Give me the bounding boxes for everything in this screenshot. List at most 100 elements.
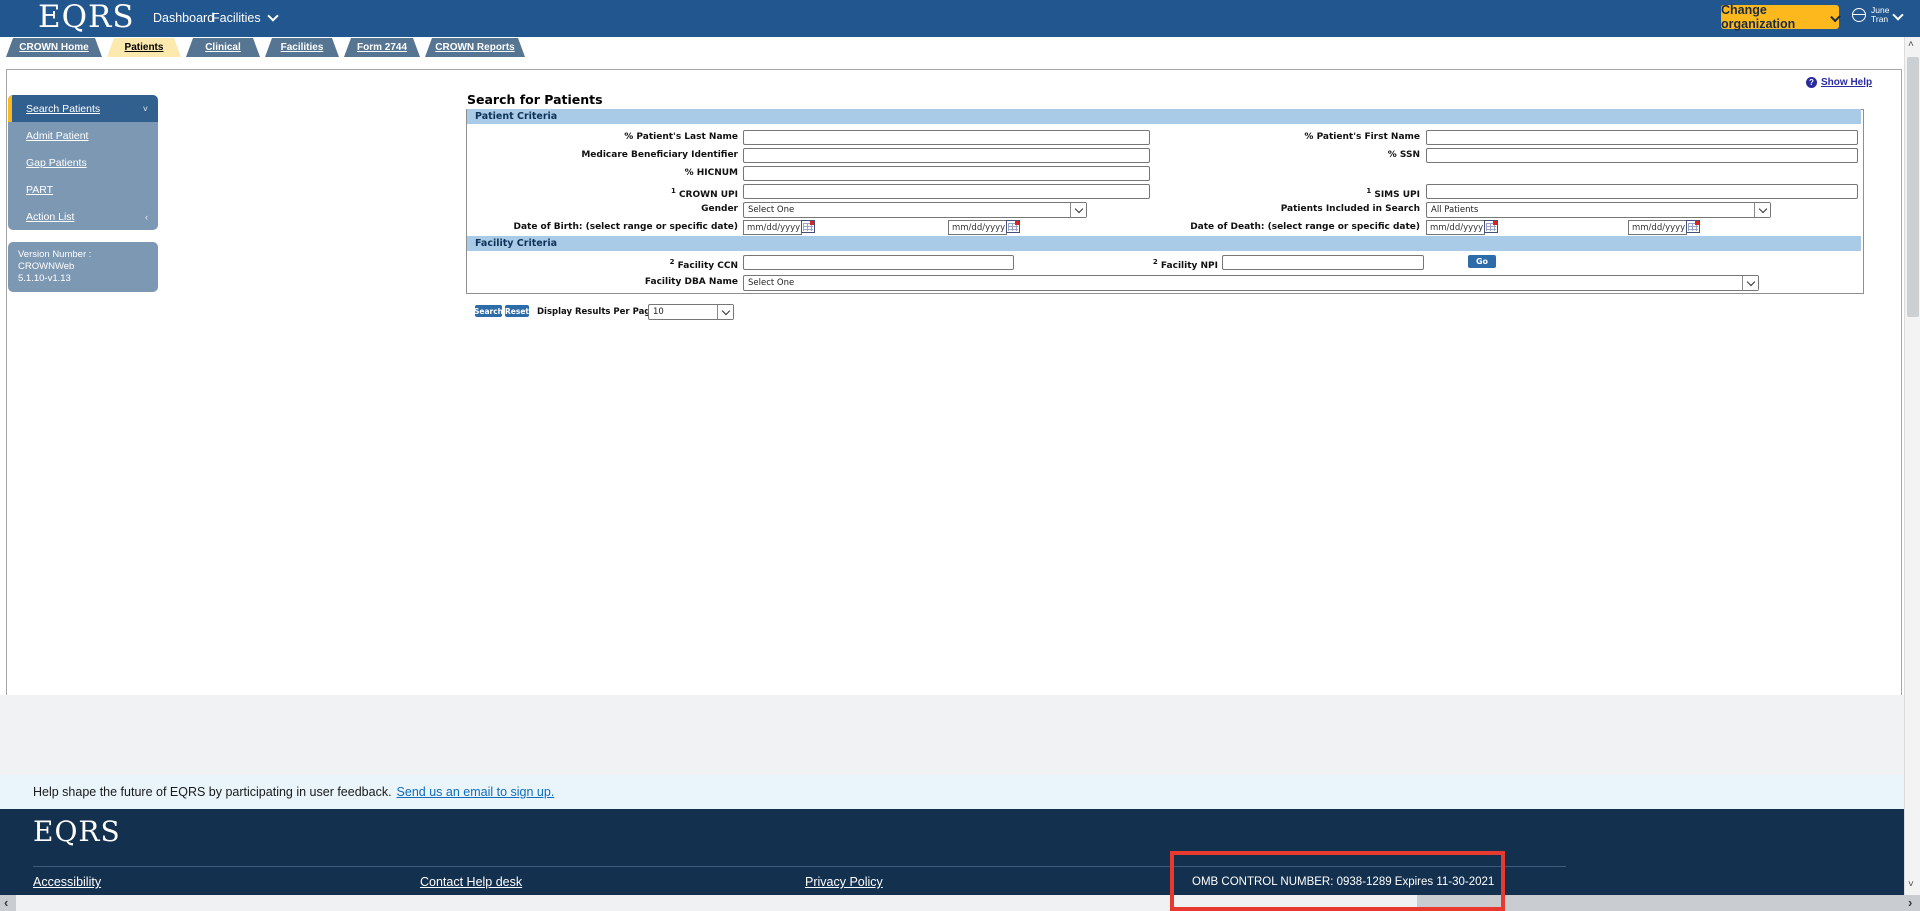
user-menu[interactable]: June Tran xyxy=(1852,6,1902,24)
dod-end-calendar-icon[interactable] xyxy=(1686,220,1700,233)
hicnum-input[interactable] xyxy=(743,166,1150,181)
last-name-label: % Patient's Last Name xyxy=(624,132,738,143)
gender-label: Gender xyxy=(701,204,738,215)
tab-crown-reports-label: CROWN Reports xyxy=(435,42,514,53)
dod-end-placeholder: mm/dd/yyyy xyxy=(1632,223,1685,233)
omb-control-number: OMB CONTROL NUMBER: 0938-1289 Expires 11… xyxy=(1192,876,1494,888)
help-icon: ? xyxy=(1806,77,1817,88)
scroll-left-icon[interactable]: ‹ xyxy=(4,895,8,911)
eqrs-page: EQRS Dashboard Facilities Change organiz… xyxy=(0,0,1920,911)
facility-npi-text: Facility NPI xyxy=(1161,261,1218,271)
facility-npi-input[interactable] xyxy=(1222,255,1424,270)
scroll-down-icon[interactable]: ˅ xyxy=(1908,879,1914,890)
patients-included-select[interactable]: All Patients xyxy=(1426,202,1771,218)
app-footer: EQRS Accessibility Contact Help desk Pri… xyxy=(0,809,1920,895)
scroll-right-icon[interactable]: › xyxy=(1908,895,1912,911)
dob-start-calendar-icon[interactable] xyxy=(801,220,815,233)
sims-upi-input[interactable] xyxy=(1426,184,1858,199)
action-list-chevron-left-icon: ‹ xyxy=(145,212,148,222)
user-globe-icon xyxy=(1852,8,1866,22)
ssn-input[interactable] xyxy=(1426,148,1858,163)
dod-start-calendar-icon[interactable] xyxy=(1484,220,1498,233)
dob-start-input[interactable]: mm/dd/yyyy xyxy=(743,220,802,235)
facility-dba-label: Facility DBA Name xyxy=(645,277,738,288)
page-background-band xyxy=(0,695,1920,775)
dod-start-placeholder: mm/dd/yyyy xyxy=(1430,223,1483,233)
dob-end-calendar-icon[interactable] xyxy=(1006,220,1020,233)
vertical-scrollbar-thumb[interactable] xyxy=(1907,57,1919,317)
facility-criteria-header: Facility Criteria xyxy=(467,236,1861,251)
show-help-link[interactable]: ? Show Help xyxy=(1806,77,1872,88)
search-button[interactable]: Search xyxy=(475,305,502,317)
user-chevron-down-icon xyxy=(1893,9,1904,20)
tab-form-2744[interactable]: Form 2744 xyxy=(344,38,420,57)
facility-ccn-sup: 2 xyxy=(670,258,675,266)
version-info: Version Number : CROWNWeb 5.1.10-v1.13 xyxy=(8,242,158,292)
sidebar-part-label: PART xyxy=(26,184,53,196)
gender-select[interactable]: Select One xyxy=(743,202,1087,218)
nav-dashboard[interactable]: Dashboard xyxy=(153,11,214,25)
tab-facilities-label: Facilities xyxy=(281,42,324,53)
tab-clinical[interactable]: Clinical xyxy=(186,38,260,57)
gender-select-chevron-icon xyxy=(1070,203,1086,217)
mbi-label: Medicare Beneficiary Identifier xyxy=(581,150,738,161)
first-name-input[interactable] xyxy=(1426,130,1858,145)
go-button[interactable]: Go xyxy=(1468,255,1496,268)
version-line2: 5.1.10-v1.13 xyxy=(18,273,71,284)
facility-ccn-input[interactable] xyxy=(743,255,1014,270)
sidebar-item-search-patients[interactable]: Search Patients ˅ xyxy=(8,95,158,122)
facility-ccn-label: 2 Facility CCN xyxy=(670,257,738,272)
sims-upi-text: SIMS UPI xyxy=(1374,190,1420,200)
dob-label: Date of Birth: (select range or specific… xyxy=(513,222,738,233)
facility-dba-select[interactable]: Select One xyxy=(743,275,1759,291)
last-name-input[interactable] xyxy=(743,130,1150,145)
accessibility-link[interactable]: Accessibility xyxy=(33,875,101,889)
sidebar-gap-patients-label: Gap Patients xyxy=(26,157,87,169)
facility-ccn-text: Facility CCN xyxy=(678,261,738,271)
footer-divider xyxy=(33,866,1566,867)
app-header: EQRS Dashboard Facilities Change organiz… xyxy=(0,0,1920,37)
patient-criteria-title: Patient Criteria xyxy=(475,111,557,122)
vertical-scrollbar[interactable]: ˄ ˅ xyxy=(1904,37,1920,895)
first-name-label: % Patient's First Name xyxy=(1304,132,1420,143)
per-page-select-value: 10 xyxy=(653,307,664,317)
gender-select-value: Select One xyxy=(748,205,794,215)
sims-upi-label: 1 SIMS UPI xyxy=(1366,186,1420,201)
nav-facilities-label: Facilities xyxy=(212,11,261,25)
per-page-select[interactable]: 10 xyxy=(648,304,734,320)
patients-included-select-value: All Patients xyxy=(1431,205,1478,215)
scroll-up-icon[interactable]: ˄ xyxy=(1908,39,1914,50)
nav-facilities[interactable]: Facilities xyxy=(212,11,277,25)
page-title: Search for Patients xyxy=(467,92,603,107)
patient-criteria-header: Patient Criteria xyxy=(467,109,1861,124)
sidebar-item-part[interactable]: PART xyxy=(8,176,158,203)
crown-upi-label: 1 CROWN UPI xyxy=(671,186,738,201)
change-organization-button[interactable]: Change organization xyxy=(1721,5,1839,29)
tab-crown-home[interactable]: CROWN Home xyxy=(6,38,102,57)
feedback-email-link[interactable]: Send us an email to sign up. xyxy=(397,785,555,799)
sidebar-admit-patient-label: Admit Patient xyxy=(26,130,88,142)
dod-start-input[interactable]: mm/dd/yyyy xyxy=(1426,220,1485,235)
user-last-name: Tran xyxy=(1871,14,1888,24)
tab-facilities[interactable]: Facilities xyxy=(265,38,339,57)
facility-dba-select-value: Select One xyxy=(748,278,794,288)
crown-upi-input[interactable] xyxy=(743,184,1150,199)
dob-end-input[interactable]: mm/dd/yyyy xyxy=(948,220,1007,235)
per-page-select-chevron-icon xyxy=(717,305,733,319)
tab-patients[interactable]: Patients xyxy=(107,38,181,57)
sidebar-item-gap-patients[interactable]: Gap Patients xyxy=(8,149,158,176)
mbi-input[interactable] xyxy=(743,148,1150,163)
sidebar-item-admit-patient[interactable]: Admit Patient xyxy=(8,122,158,149)
tab-crown-reports[interactable]: CROWN Reports xyxy=(425,38,525,57)
dod-end-input[interactable]: mm/dd/yyyy xyxy=(1628,220,1687,235)
ssn-label: % SSN xyxy=(1388,150,1420,161)
sidebar-search-patients-label: Search Patients xyxy=(26,103,100,115)
horizontal-scrollbar[interactable]: ‹ › xyxy=(0,895,1920,911)
facility-dba-select-chevron-icon xyxy=(1742,276,1758,290)
dod-label: Date of Death: (select range or specific… xyxy=(1190,222,1420,233)
contact-help-desk-link[interactable]: Contact Help desk xyxy=(420,875,522,889)
privacy-policy-link[interactable]: Privacy Policy xyxy=(805,875,883,889)
sidebar-item-action-list[interactable]: Action List ‹ xyxy=(8,203,158,230)
reset-button[interactable]: Reset xyxy=(505,305,529,317)
horizontal-scrollbar-thumb[interactable] xyxy=(16,895,1417,911)
